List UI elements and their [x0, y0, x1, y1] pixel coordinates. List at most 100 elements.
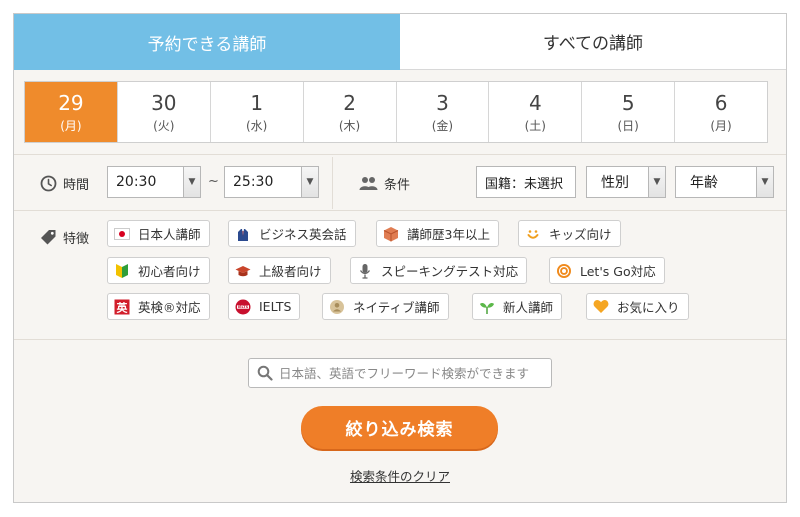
nationality-select[interactable]: 国籍：未選択 [476, 166, 576, 198]
search-icon [257, 365, 273, 381]
feature-chip-beginner[interactable]: 初心者向け [107, 257, 210, 284]
tab-all-teachers[interactable]: すべての講師 [400, 14, 786, 70]
date-item[interactable]: 30 (火) [116, 82, 210, 142]
time-from-value: 20:30 [116, 174, 157, 190]
divider [14, 154, 786, 155]
date-item[interactable]: 1 (水) [209, 82, 303, 142]
date-weekday: (金) [431, 118, 454, 133]
feature-chip-favorites[interactable]: お気に入り [586, 293, 689, 320]
conditions-label: 条件 [359, 174, 410, 193]
chip-label: 新人講師 [503, 300, 554, 315]
eiken-icon: 英 [114, 299, 130, 315]
feature-chip-speaking-test[interactable]: スピーキングテスト対応 [350, 257, 528, 284]
date-day: 30 [151, 90, 177, 115]
tag-icon [40, 229, 57, 246]
chevron-down-icon: ▼ [183, 167, 200, 197]
date-weekday: (月) [710, 118, 732, 133]
chip-label: 英検®対応 [138, 300, 201, 315]
feature-chip-eiken[interactable]: 英 英検®対応 [107, 293, 210, 320]
age-value: 年齢 [690, 175, 718, 191]
beginner-mark-icon [114, 263, 130, 279]
date-item[interactable]: 3 (金) [395, 82, 489, 142]
freeword-search [248, 358, 552, 388]
feature-chip-new-teacher[interactable]: 新人講師 [472, 293, 563, 320]
chip-label: 講師歴3年以上 [407, 227, 490, 242]
tab-available-teachers[interactable]: 予約できる講師 [14, 14, 400, 70]
gender-select[interactable]: 性別 ▼ [586, 166, 666, 198]
time-to-select[interactable]: 25:30 ▼ [224, 166, 319, 198]
date-day: 5 [621, 90, 635, 115]
date-weekday: (火) [153, 118, 175, 133]
nationality-value: 国籍：未選択 [485, 176, 564, 192]
native-badge-icon [329, 299, 345, 315]
chip-label: IELTS [259, 299, 292, 314]
conditions-label-text: 条件 [384, 178, 411, 193]
chip-label: Let's Go対応 [580, 264, 656, 279]
chip-label: ネイティブ講師 [353, 300, 440, 315]
japan-flag-icon [114, 226, 130, 242]
cube-icon [383, 226, 399, 242]
svg-text:IELTS: IELTS [238, 305, 249, 309]
time-separator: ~ [208, 174, 219, 189]
date-item[interactable]: 6 (月) [674, 82, 767, 142]
date-item[interactable]: 2 (木) [302, 82, 396, 142]
people-icon [359, 176, 378, 191]
feature-chip-advanced[interactable]: 上級者向け [228, 257, 331, 284]
date-item[interactable]: 4 (土) [488, 82, 581, 142]
chevron-down-icon: ▼ [756, 167, 773, 197]
chip-label: ビジネス英会話 [259, 227, 347, 242]
tab-bar: 予約できる講師 すべての講師 [14, 14, 786, 70]
date-day: 6 [714, 90, 728, 115]
smile-icon [525, 226, 541, 242]
date-weekday: (月) [60, 118, 82, 133]
feature-chip-business[interactable]: ビジネス英会話 [228, 220, 356, 247]
clear-conditions-label: 検索条件のクリア [349, 469, 450, 484]
chip-label: お気に入り [617, 300, 680, 315]
svg-text:英: 英 [116, 300, 129, 314]
chip-label: 上級者向け [259, 264, 322, 279]
date-day: 2 [343, 90, 356, 115]
date-weekday: (水) [246, 118, 268, 133]
feature-chip-native[interactable]: ネイティブ講師 [322, 293, 449, 320]
filter-search-button[interactable]: 絞り込み検索 [301, 406, 498, 449]
date-day: 29 [58, 90, 84, 115]
feature-chip-japanese-teacher[interactable]: 日本人講師 [107, 220, 210, 247]
divider [332, 157, 333, 209]
date-day: 1 [250, 90, 264, 115]
sprout-icon [479, 299, 495, 315]
clock-icon [40, 175, 57, 192]
age-select[interactable]: 年齢 ▼ [675, 166, 774, 198]
chip-label: スピーキングテスト対応 [381, 264, 519, 279]
date-day: 3 [436, 90, 449, 115]
date-item[interactable]: 29 (月) [25, 82, 117, 142]
chip-label: キッズ向け [549, 227, 612, 242]
feature-chip-experience[interactable]: 講師歴3年以上 [376, 220, 499, 247]
date-item[interactable]: 5 (日) [581, 82, 674, 142]
chip-label: 初心者向け [138, 264, 201, 279]
date-weekday: (木) [338, 118, 361, 133]
freeword-search-input[interactable] [279, 365, 549, 381]
time-from-select[interactable]: 20:30 ▼ [107, 166, 201, 198]
ielts-icon: IELTS [235, 299, 251, 315]
time-label-text: 時間 [63, 178, 90, 193]
microphone-icon [357, 263, 373, 279]
features-label: 特徴 [40, 228, 89, 247]
chevron-down-icon: ▼ [301, 167, 318, 197]
time-to-value: 25:30 [233, 174, 274, 190]
graduation-cap-icon [235, 263, 251, 279]
divider [14, 210, 786, 211]
feature-chip-letsgo[interactable]: Let's Go対応 [549, 257, 665, 284]
date-weekday: (土) [524, 118, 546, 133]
feature-chip-ielts[interactable]: IELTS IELTS [228, 293, 301, 320]
gender-value: 性別 [601, 175, 629, 191]
chip-label: 日本人講師 [138, 227, 201, 242]
heart-icon [593, 299, 609, 315]
date-weekday: (日) [617, 118, 639, 133]
divider [14, 339, 786, 340]
search-panel: 予約できる講師 すべての講師 29 (月) 30 (火) 1 (水) 2 (木) 3 (金… [13, 13, 787, 503]
features-label-text: 特徴 [63, 232, 90, 247]
chevron-down-icon: ▼ [648, 167, 665, 197]
feature-chip-kids[interactable]: キッズ向け [518, 220, 621, 247]
clear-conditions-link[interactable]: 検索条件のクリア [14, 466, 786, 485]
date-selector: 29 (月) 30 (火) 1 (水) 2 (木) 3 (金) 4 (土) 5 (日) 6 (月… [24, 81, 768, 143]
